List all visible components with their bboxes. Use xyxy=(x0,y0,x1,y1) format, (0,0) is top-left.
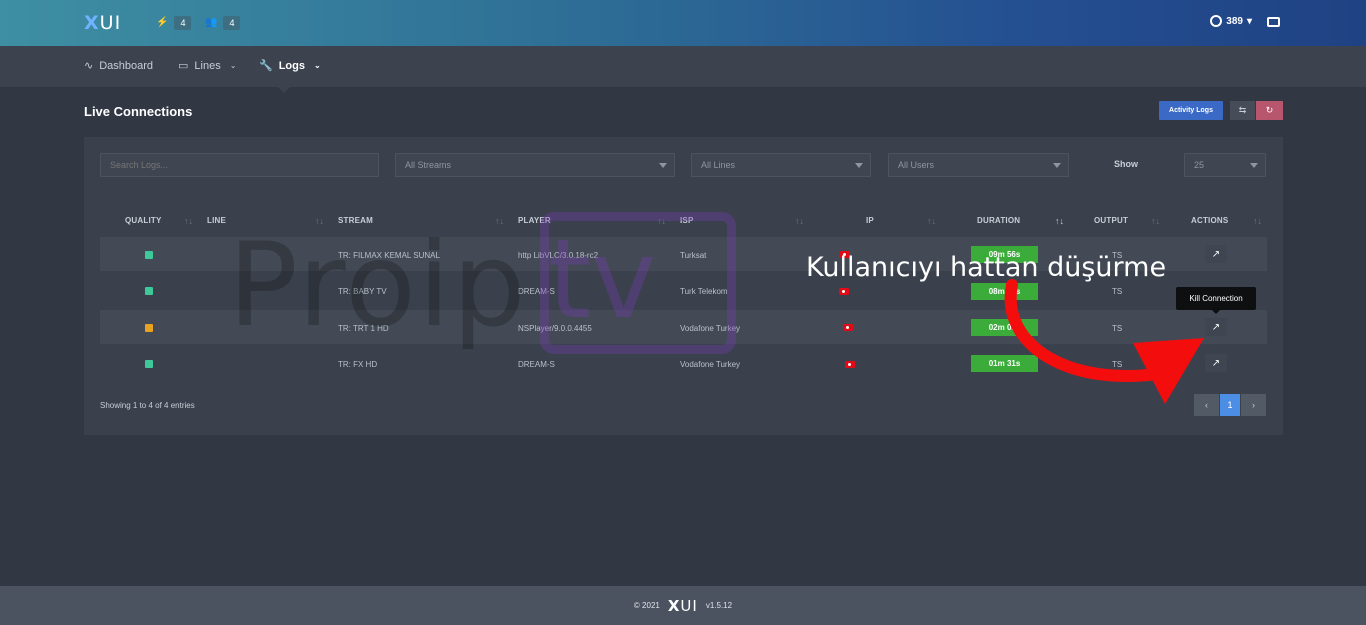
col-line[interactable]: LINE xyxy=(207,216,226,225)
users-count: 4 xyxy=(223,15,241,30)
top-bar: XUI ⚡ 4 👥 4 389 ▾ xyxy=(0,0,1366,46)
filter-icon: ⇆ xyxy=(1238,105,1247,115)
refresh-icon: ↻ xyxy=(1265,105,1274,115)
output-cell: TS xyxy=(1112,287,1123,296)
player-cell: DREAM-S xyxy=(518,360,555,369)
output-cell: TS xyxy=(1112,324,1123,333)
lines-select[interactable]: All Lines xyxy=(691,153,871,177)
footer-logo: XUI xyxy=(667,596,698,615)
sort-icon: ↑↓ xyxy=(1151,216,1160,226)
chevron-down-icon xyxy=(1250,163,1258,168)
users-icon: 👥 xyxy=(205,17,218,28)
monitor-icon: ▭ xyxy=(178,60,189,72)
wrench-icon: 🔧 xyxy=(259,60,273,72)
filter-toggle-button[interactable]: ⇆ xyxy=(1230,101,1255,120)
watermark-text: Proip xyxy=(228,218,528,353)
col-duration[interactable]: DURATION xyxy=(977,216,1020,225)
prev-page-button[interactable]: ‹ xyxy=(1194,394,1219,416)
kill-connection-button[interactable]: ↗ xyxy=(1205,245,1227,263)
quality-indicator xyxy=(145,251,153,259)
activity-logs-button[interactable]: Activity Logs xyxy=(1159,101,1223,120)
col-output[interactable]: OUTPUT xyxy=(1094,216,1128,225)
search-input[interactable] xyxy=(100,153,379,177)
quality-indicator xyxy=(145,287,153,295)
refresh-button[interactable]: ↻ xyxy=(1256,101,1283,120)
col-actions: ACTIONS xyxy=(1191,216,1229,225)
credits-dropdown[interactable]: 389 ▾ xyxy=(1210,15,1252,27)
copyright-text: © 2021 xyxy=(633,601,660,610)
main-nav: ∿ Dashboard ▭ Lines ⌄ 🔧 Logs ⌄ xyxy=(0,46,1366,87)
credits-value: 389 xyxy=(1226,15,1243,27)
kill-connection-button[interactable]: ↗ xyxy=(1205,354,1227,372)
stream-cell: TR: FX HD xyxy=(338,360,378,369)
users-select[interactable]: All Users xyxy=(888,153,1069,177)
nav-lines[interactable]: ▭ Lines ⌄ xyxy=(178,59,237,73)
chevron-down-icon xyxy=(1053,163,1061,168)
nav-dashboard[interactable]: ∿ Dashboard xyxy=(84,59,153,73)
app-logo[interactable]: XUI xyxy=(84,12,121,34)
annotation-text: Kullanıcıyı hattan düşürme xyxy=(806,252,1167,283)
watermark-tv: tv xyxy=(548,215,657,343)
pagination-info: Showing 1 to 4 of 4 entries xyxy=(100,401,195,410)
chevron-down-icon xyxy=(659,163,667,168)
version-text: v1.5.12 xyxy=(705,601,733,610)
show-label: Show xyxy=(1114,159,1138,169)
output-cell: TS xyxy=(1112,360,1123,369)
sort-icon: ↑↓ xyxy=(927,216,936,226)
col-ip[interactable]: IP xyxy=(866,216,874,225)
chevron-down-icon: ⌄ xyxy=(313,61,321,70)
duration-badge: 02m 01s xyxy=(971,319,1038,336)
page-title: Live Connections xyxy=(84,104,193,119)
bolt-icon: ⚡ xyxy=(156,17,169,28)
coin-icon xyxy=(1210,15,1223,27)
hammer-icon: ↗ xyxy=(1211,248,1221,260)
sort-icon: ↑↓ xyxy=(1055,216,1064,226)
chevron-down-icon: ⌄ xyxy=(229,61,237,70)
connections-count: 4 xyxy=(174,15,192,30)
mail-icon[interactable] xyxy=(1267,17,1280,27)
sort-icon: ↑↓ xyxy=(1253,216,1262,226)
duration-badge: 08m 21s xyxy=(971,283,1038,300)
turkey-flag-icon xyxy=(839,288,849,295)
quality-indicator xyxy=(145,324,153,332)
sort-icon: ↑↓ xyxy=(795,216,804,226)
streams-select[interactable]: All Streams xyxy=(395,153,675,177)
nav-logs[interactable]: 🔧 Logs ⌄ xyxy=(259,59,321,73)
page-size-select[interactable]: 25 xyxy=(1184,153,1266,177)
hammer-icon: ↗ xyxy=(1211,321,1221,333)
page-1-button[interactable]: 1 xyxy=(1220,394,1240,416)
chevron-down-icon: ▾ xyxy=(1246,15,1252,27)
turkey-flag-icon xyxy=(845,361,855,368)
sort-icon: ↑↓ xyxy=(184,216,193,226)
col-quality[interactable]: QUALITY xyxy=(125,216,162,225)
quality-indicator xyxy=(145,360,153,368)
isp-cell: Vodafone Turkey xyxy=(680,360,741,369)
users-stat[interactable]: 👥 4 xyxy=(205,14,241,31)
hammer-icon: ↗ xyxy=(1211,357,1221,369)
footer: © 2021 XUI v1.5.12 xyxy=(0,586,1366,625)
chevron-down-icon xyxy=(855,163,863,168)
kill-connection-tooltip: Kill Connection xyxy=(1176,287,1256,310)
duration-badge: 01m 31s xyxy=(971,355,1038,372)
tooltip-arrow xyxy=(1212,310,1220,314)
next-page-button[interactable]: › xyxy=(1241,394,1266,416)
kill-connection-button[interactable]: ↗ xyxy=(1205,318,1227,336)
activity-icon: ∿ xyxy=(84,60,94,72)
turkey-flag-icon xyxy=(843,324,853,331)
active-nav-pointer xyxy=(278,87,290,93)
connections-stat[interactable]: ⚡ 4 xyxy=(156,14,192,31)
